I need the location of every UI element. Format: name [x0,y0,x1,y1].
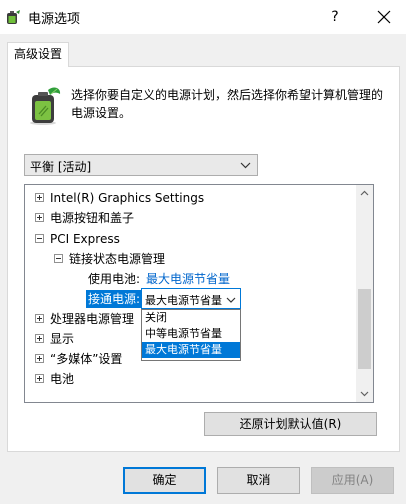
scroll-down-icon[interactable] [356,385,373,402]
expand-icon[interactable] [35,193,44,202]
tree-item-label: 处理器电源管理 [50,312,135,326]
tree-item-label: 电源按钮和盖子 [50,211,135,225]
expand-icon[interactable] [35,334,44,343]
chevron-down-icon [240,160,251,174]
expand-icon[interactable] [35,213,44,222]
plugged-in-select[interactable]: 最大电源节省量 [141,288,241,309]
help-button[interactable]: ? [318,0,352,34]
scroll-thumb[interactable] [358,289,371,369]
close-button[interactable] [364,0,404,34]
power-options-icon [6,9,22,25]
scroll-up-icon[interactable] [356,185,373,202]
setting-label: 使用电池: [88,272,141,286]
tree-item-label: 显示 [50,332,75,346]
expand-icon[interactable] [35,314,44,323]
plugged-in-dropdown-list: 关闭 中等电源节省量 最大电源节省量 [141,309,241,361]
power-options-window: 电源选项 ? 高级设置 选择你要自定义的电源计划，然后选择你希望计算机管理的电源… [0,0,406,504]
battery-icon [27,86,63,126]
plugged-in-value: 最大电源节省量 [145,294,222,307]
chevron-down-icon [226,294,236,308]
dropdown-option-maximum[interactable]: 最大电源节省量 [142,342,240,358]
restore-defaults-button[interactable]: 还原计划默认值(R) [204,412,377,436]
cancel-button[interactable]: 取消 [217,467,300,494]
setting-value[interactable]: 最大电源节省量 [146,269,230,289]
power-plan-value: 平衡 [活动] [30,160,92,174]
tab-advanced-settings[interactable]: 高级设置 [7,42,69,67]
tree-scrollbar[interactable] [356,185,373,402]
apply-button[interactable]: 应用(A) [311,467,394,494]
collapse-icon[interactable] [35,234,44,243]
description-text: 选择你要自定义的电源计划，然后选择你希望计算机管理的电源设置。 [71,88,384,120]
collapse-icon[interactable] [54,254,63,263]
ok-button[interactable]: 确定 [123,467,206,494]
dropdown-option-medium[interactable]: 中等电源节省量 [142,326,240,342]
expand-icon[interactable] [35,374,44,383]
power-plan-select[interactable]: 平衡 [活动] [24,154,258,176]
expand-icon[interactable] [35,354,44,363]
title-bar[interactable]: 电源选项 ? [0,0,406,34]
close-icon [377,10,391,24]
setting-label-selected: 接通电源: [86,290,143,308]
dropdown-option-off[interactable]: 关闭 [142,310,240,326]
window-title: 电源选项 [28,12,81,27]
tree-item-label: 链接状态电源管理 [69,252,166,266]
tree-item-label: PCI Express [50,232,120,246]
tree-item-label: “多媒体”设置 [50,352,123,366]
tree-item-label: Intel(R) Graphics Settings [50,191,205,205]
tree-item-label: 电池 [50,372,75,386]
